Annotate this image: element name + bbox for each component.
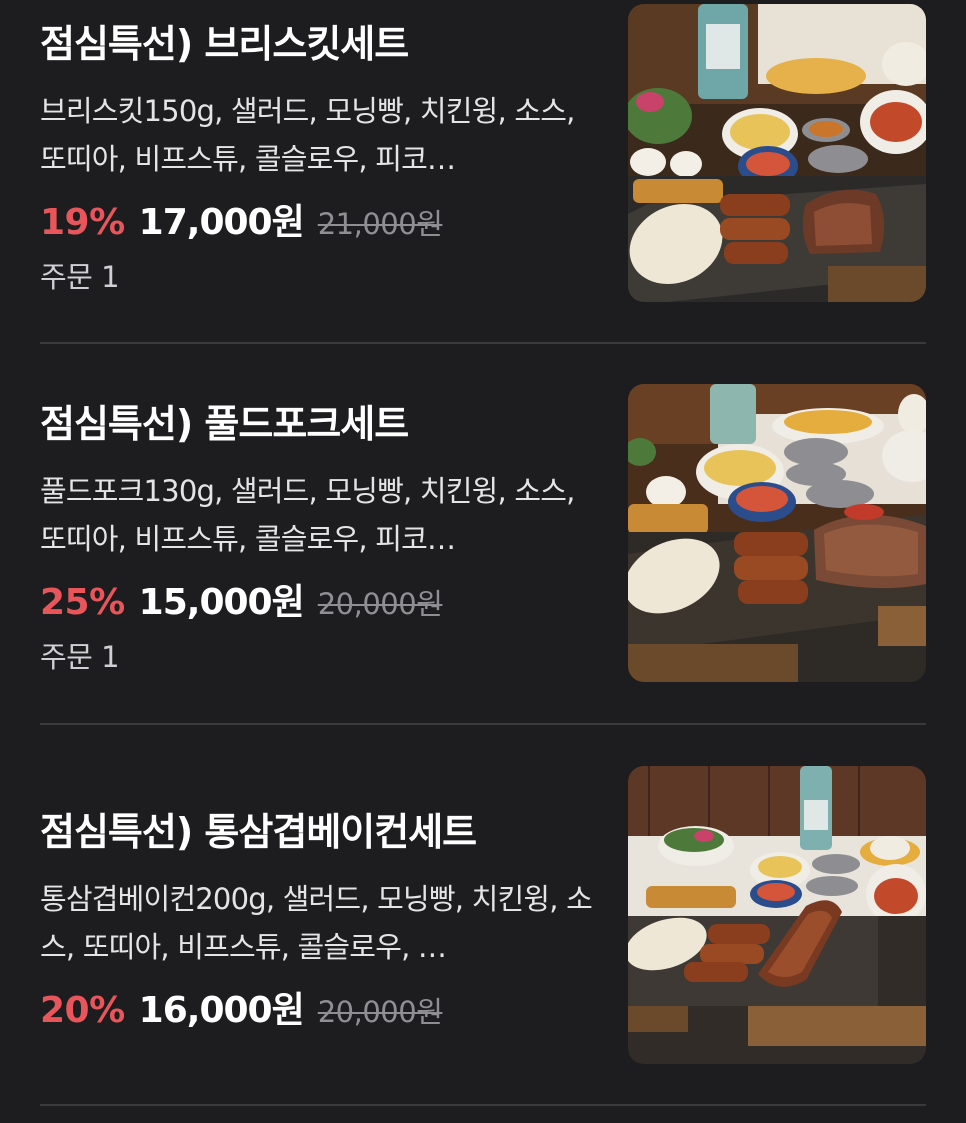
menu-item-info: 점심특선) 브리스킷세트 브리스킷150g, 샐러드, 모닝빵, 치킨윙, 소스…: [40, 21, 600, 295]
menu-item-description: 풀드포크130g, 샐러드, 모닝빵, 치킨윙, 소스, 또띠아, 비프스튜, …: [40, 474, 575, 556]
discount-rate: 25%: [40, 582, 125, 623]
price-row: 25% 15,000원 20,000원: [40, 573, 600, 625]
menu-item-pork-belly-bacon-set[interactable]: 점심특선) 통삼겹베이컨세트 통삼겹베이컨200g, 샐러드, 모닝빵, 치킨윙…: [40, 766, 926, 1064]
order-count: 주문 1: [40, 640, 120, 674]
order-count: 주문 1: [40, 260, 120, 294]
price-row: 20% 16,000원 20,000원: [40, 981, 600, 1033]
menu-divider: [40, 723, 926, 725]
original-price: 21,000원: [317, 207, 443, 241]
menu-divider: [40, 1104, 926, 1106]
menu-item-brisket-set[interactable]: 점심특선) 브리스킷세트 브리스킷150g, 샐러드, 모닝빵, 치킨윙, 소스…: [40, 4, 926, 302]
menu-item-photo[interactable]: [628, 384, 926, 682]
price-row: 19% 17,000원 21,000원: [40, 193, 600, 245]
menu-item-name: 점심특선) 브리스킷세트: [40, 22, 409, 66]
sale-price: 15,000원: [138, 582, 305, 623]
menu-item-photo[interactable]: [628, 4, 926, 302]
menu-item-description: 통삼겹베이컨200g, 샐러드, 모닝빵, 치킨윙, 소스, 또띠아, 비프스튜…: [40, 882, 593, 964]
original-price: 20,000원: [317, 587, 443, 621]
pulled-pork-set-photo-icon: [628, 384, 926, 682]
discount-rate: 19%: [40, 202, 125, 243]
sale-price: 16,000원: [138, 990, 305, 1031]
menu-list: 점심특선) 브리스킷세트 브리스킷150g, 샐러드, 모닝빵, 치킨윙, 소스…: [0, 0, 966, 1123]
menu-item-info: 점심특선) 풀드포크세트 풀드포크130g, 샐러드, 모닝빵, 치킨윙, 소스…: [40, 401, 600, 675]
discount-rate: 20%: [40, 990, 125, 1031]
sale-price: 17,000원: [138, 202, 305, 243]
menu-item-photo[interactable]: [628, 766, 926, 1064]
pork-belly-bacon-set-photo-icon: [628, 766, 926, 1064]
original-price: 20,000원: [317, 995, 443, 1029]
menu-item-name: 점심특선) 풀드포크세트: [40, 402, 409, 446]
menu-divider: [40, 342, 926, 344]
brisket-set-photo-icon: [628, 4, 926, 302]
menu-item-pulled-pork-set[interactable]: 점심특선) 풀드포크세트 풀드포크130g, 샐러드, 모닝빵, 치킨윙, 소스…: [40, 384, 926, 682]
menu-item-description: 브리스킷150g, 샐러드, 모닝빵, 치킨윙, 소스, 또띠아, 비프스튜, …: [40, 94, 575, 176]
menu-item-name: 점심특선) 통삼겹베이컨세트: [40, 810, 477, 854]
menu-item-info: 점심특선) 통삼겹베이컨세트 통삼겹베이컨200g, 샐러드, 모닝빵, 치킨윙…: [40, 809, 600, 1033]
